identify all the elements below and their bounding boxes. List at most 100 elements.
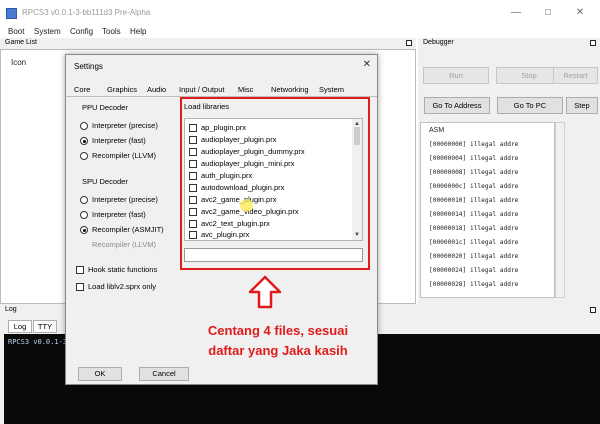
menu-bar: Boot System Config Tools Help [0,26,600,38]
library-checkbox[interactable] [189,208,197,216]
library-name: autodownload_plugin.prx [201,183,285,192]
dialog-title: Settings [74,62,103,71]
spu-option-label-disabled: Recompiler (LLVM) [92,240,157,249]
float-icon[interactable] [406,40,412,46]
library-name: ap_plugin.prx [201,123,247,132]
library-checkbox[interactable] [189,148,197,156]
library-name: audioplayer_plugin_mini.prx [201,159,295,168]
library-checkbox[interactable] [189,196,197,204]
spu-option-label: Recompiler (ASMJIT) [92,225,164,234]
asm-row[interactable]: [0000001c] illegal addre [429,239,518,246]
ppu-group-title: PPU Decoder [82,103,128,112]
scroll-down-icon[interactable]: ▼ [354,232,360,238]
asm-row[interactable]: [00000010] illegal addre [429,197,518,204]
load-liblv2-only-checkbox[interactable] [76,283,84,291]
go-to-address-button[interactable]: Go To Address [424,97,490,114]
tab-system[interactable]: System [319,85,344,94]
spu-interp-fast-radio[interactable] [80,211,88,219]
asm-row[interactable]: [00000000] illegal addre [429,141,518,148]
library-name: audioplayer_plugin.prx [201,135,277,144]
asm-row[interactable]: [00000028] illegal addre [429,281,518,288]
asm-row[interactable]: [00000024] illegal addre [429,267,518,274]
library-checkbox[interactable] [189,136,197,144]
up-arrow-icon [248,275,282,309]
asm-row[interactable]: [00000008] illegal addre [429,169,518,176]
menu-tools[interactable]: Tools [102,27,121,36]
float-icon[interactable] [590,40,596,46]
log-title: Log [5,306,17,313]
library-name: avc2_text_plugin.prx [201,219,270,228]
tab-audio[interactable]: Audio [147,85,166,94]
asm-row[interactable]: [00000004] illegal addre [429,155,518,162]
maximize-icon[interactable]: □ [542,7,554,19]
tab-misc[interactable]: Misc [238,85,253,94]
scroll-thumb[interactable] [354,127,360,145]
load-liblv2-only-label: Load liblv2.sprx only [88,282,156,291]
library-name: auth_plugin.prx [201,171,253,180]
tab-graphics[interactable]: Graphics [107,85,137,94]
game-list-header: Game List [0,38,416,49]
library-search-input[interactable] [184,248,363,262]
annotation-line-1: Centang 4 files, sesuai [207,323,349,338]
library-checkbox[interactable] [189,124,197,132]
ppu-option-label: Recompiler (LLVM) [92,151,157,160]
library-scrollbar[interactable]: ▲ ▼ [352,119,362,240]
minimize-icon[interactable]: — [510,7,522,19]
spu-option-label: Interpreter (fast) [92,210,146,219]
library-name: audioplayer_plugin_dummy.prx [201,147,305,156]
float-icon[interactable] [590,307,596,313]
annotation-line-2: daftar yang Jaka kasih [208,343,348,358]
tab-log[interactable]: Log [8,320,32,333]
library-list[interactable]: ap_plugin.prx audioplayer_plugin.prx aud… [184,118,363,241]
game-list-title: Game List [5,39,37,46]
go-to-pc-button[interactable]: Go To PC [497,97,563,114]
library-checkbox[interactable] [189,160,197,168]
asm-view[interactable]: ASM [00000000] illegal addre [00000004] … [420,122,555,298]
ppu-option-label: Interpreter (fast) [92,136,146,145]
asm-row[interactable]: [00000014] illegal addre [429,211,518,218]
ok-button[interactable]: OK [78,367,122,381]
library-checkbox[interactable] [189,184,197,192]
close-icon[interactable]: ✕ [363,59,371,70]
tab-networking[interactable]: Networking [271,85,309,94]
asm-label: ASM [429,127,445,134]
cursor-highlight [240,199,253,212]
tab-core[interactable]: Core [74,85,90,94]
debugger-header: Debugger [418,38,600,49]
ppu-recompiler-llvm-radio[interactable] [80,152,88,160]
window-title: RPCS3 v0.0.1-3-bb111d3 Pre-Alpha [22,8,151,17]
asm-row[interactable]: [00000020] illegal addre [429,253,518,260]
tab-tty[interactable]: TTY [33,320,57,333]
ppu-interp-fast-radio[interactable] [80,137,88,145]
ppu-interp-precise-radio[interactable] [80,122,88,130]
cancel-button[interactable]: Cancel [139,367,189,381]
menu-system[interactable]: System [34,27,61,36]
library-checkbox[interactable] [189,172,197,180]
annotation-text: Centang 4 files, sesuai daftar yang Jaka… [188,321,368,361]
close-icon[interactable]: ✕ [574,7,586,19]
asm-row[interactable]: [00000018] illegal addre [429,225,518,232]
app-icon [6,8,17,19]
tab-input-output[interactable]: Input / Output [179,85,224,94]
library-checkbox[interactable] [189,220,197,228]
menu-help[interactable]: Help [130,27,146,36]
asm-scrollbar[interactable] [555,122,565,298]
asm-row[interactable]: [0000000c] illegal addre [429,183,518,190]
title-bar: RPCS3 v0.0.1-3-bb111d3 Pre-Alpha — □ ✕ [0,0,600,26]
icon-column-header[interactable]: Icon [11,58,26,67]
ppu-option-label: Interpreter (precise) [92,121,158,130]
menu-boot[interactable]: Boot [8,27,24,36]
run-button[interactable]: Run [423,67,489,84]
load-libraries-title: Load libraries [184,102,230,111]
hook-static-functions-checkbox[interactable] [76,266,84,274]
hook-static-functions-label: Hook static functions [88,265,158,274]
spu-recompiler-asmjit-radio[interactable] [80,226,88,234]
step-button[interactable]: Step [566,97,598,114]
menu-config[interactable]: Config [70,27,93,36]
spu-option-label: Interpreter (precise) [92,195,158,204]
library-checkbox[interactable] [189,231,197,239]
spu-interp-precise-radio[interactable] [80,196,88,204]
spu-group-title: SPU Decoder [82,177,128,186]
restart-button[interactable]: Restart [553,67,598,84]
library-name: avc2_game_plugin.prx [201,195,277,204]
